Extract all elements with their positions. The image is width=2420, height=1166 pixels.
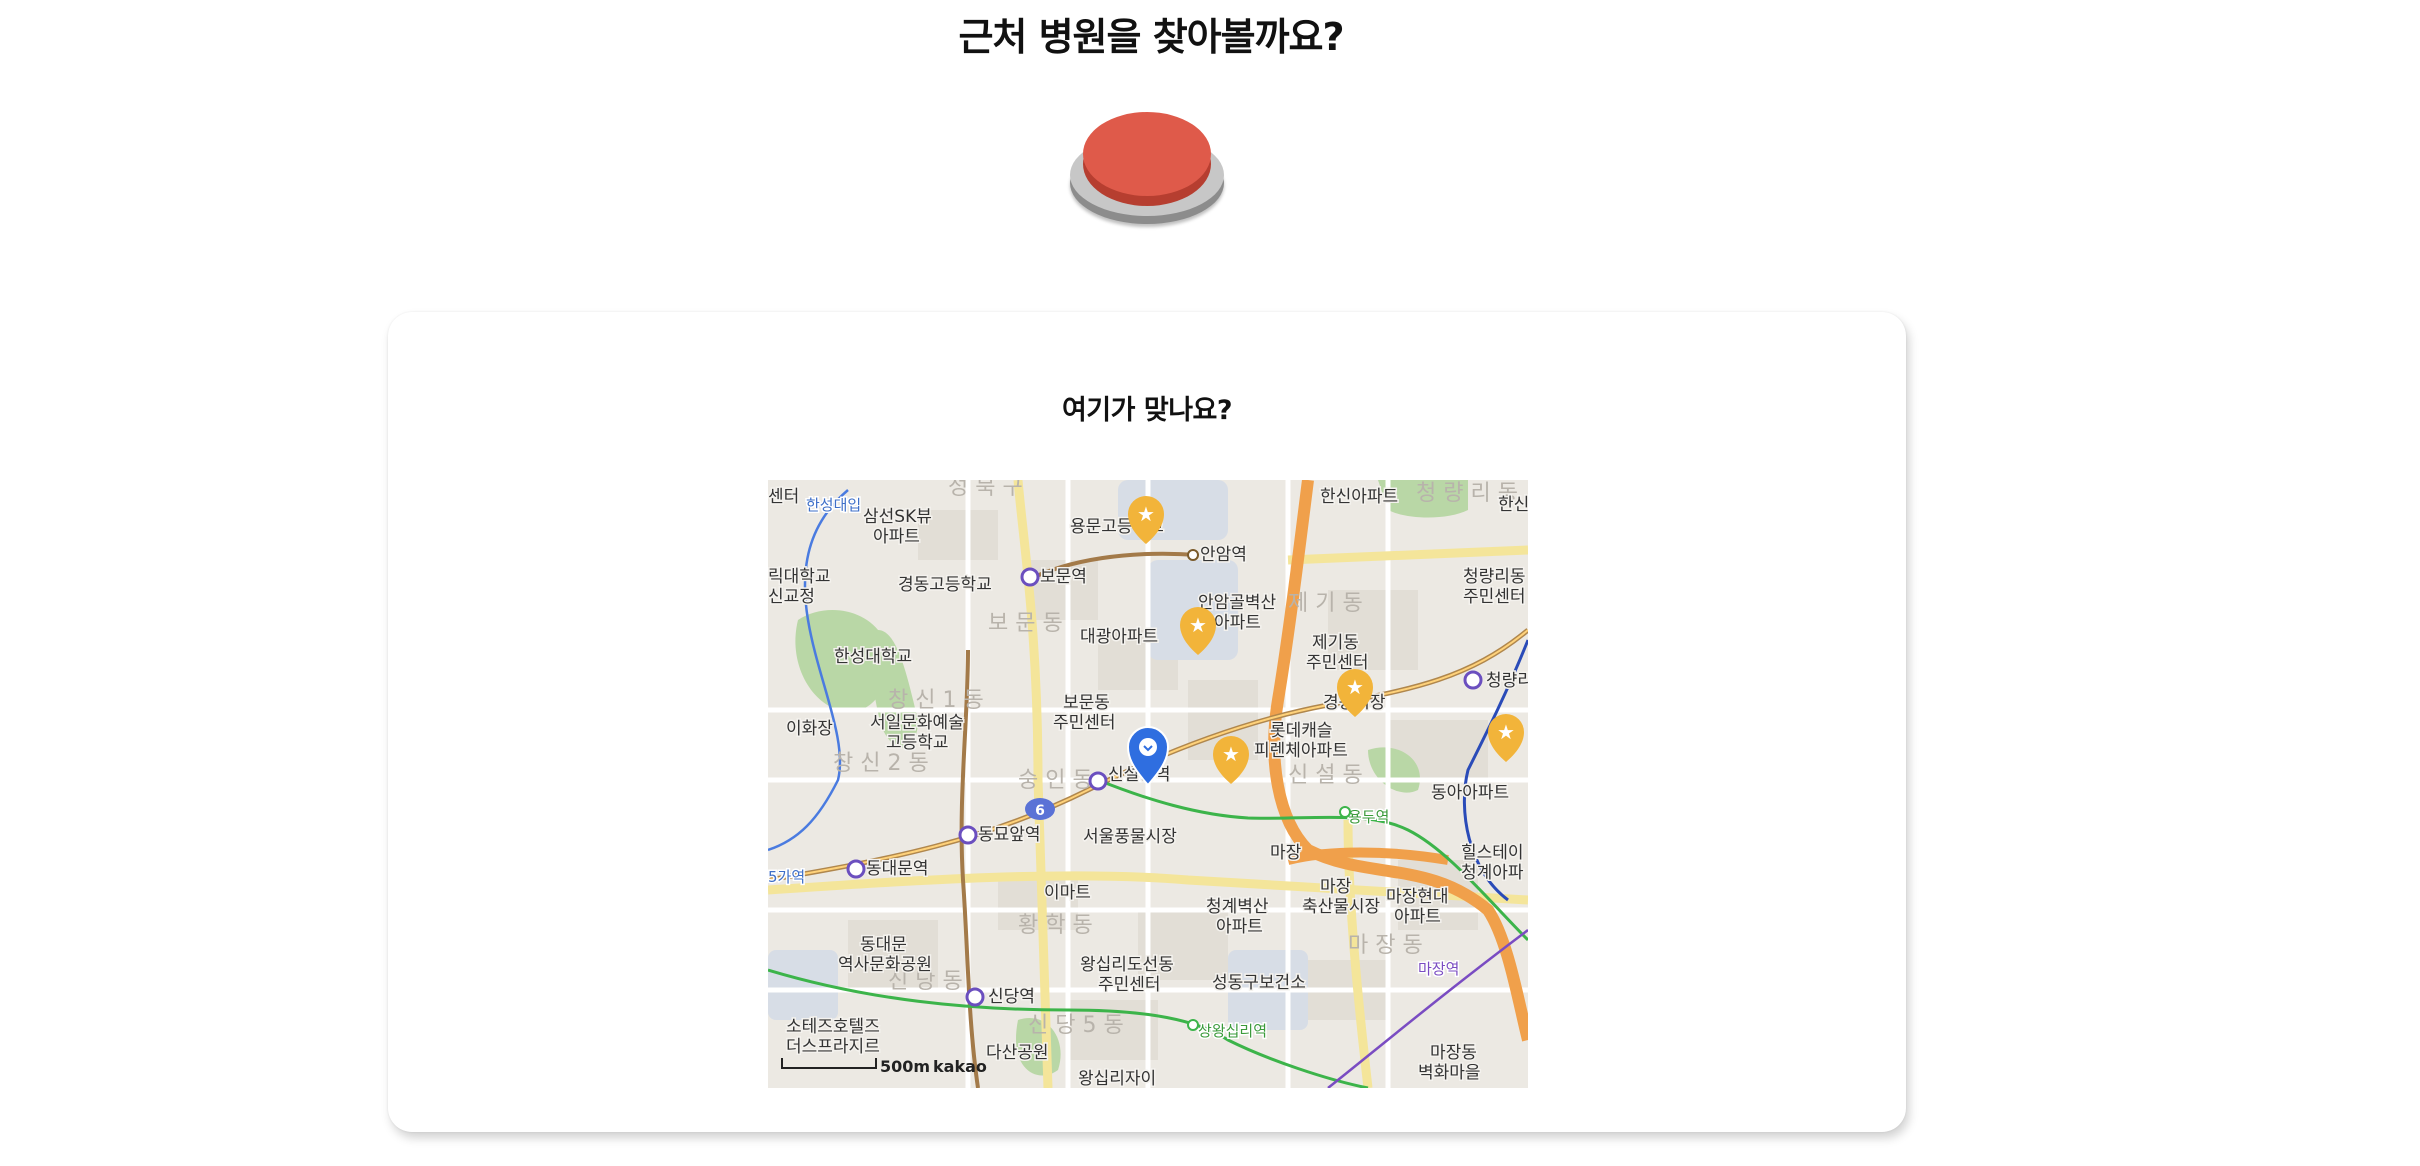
station-label: 마장역 [1418, 960, 1459, 978]
station-dot [1339, 806, 1351, 818]
svg-text:★: ★ [1189, 613, 1207, 637]
station-dot [1187, 1019, 1199, 1031]
place-label: 아파트 [873, 527, 920, 547]
svg-text:6: 6 [1035, 803, 1045, 819]
station-dot [1020, 567, 1040, 587]
place-label: 소테즈호텔즈 [786, 1017, 880, 1037]
svg-text:★: ★ [1346, 675, 1364, 699]
place-label: 안암골벽산 [1198, 593, 1277, 613]
district-label: 성 북 구 [948, 480, 1023, 500]
place-label: 아파트 [1216, 917, 1263, 937]
place-label: 서일문화예술 [870, 713, 964, 733]
svg-text:★: ★ [1137, 502, 1155, 526]
station-label: 보문역 [1040, 567, 1087, 587]
place-label: 청량리동 [1463, 567, 1526, 587]
station-label: 청량리 [1486, 671, 1528, 691]
station-dot [1088, 771, 1108, 791]
place-label: 아파트 [1214, 613, 1261, 633]
place-label: 고등학교 [886, 733, 949, 753]
station-dot [1187, 549, 1199, 561]
station-dot [965, 987, 985, 1007]
place-label: 한성대학교 [834, 647, 912, 667]
place-label: 보문동 [1063, 693, 1110, 713]
place-label: 성동구보건소 [1212, 973, 1306, 993]
place-label: 왕십리도선동 [1080, 955, 1174, 975]
map-canvas[interactable]: 성 북 구 청 량 리 동 보 문 동 창 신 1 동 창 신 2 동 숭 인 … [768, 480, 1528, 1088]
place-label: 경동고등학교 [898, 575, 992, 595]
place-label: 롯데캐슬 [1270, 721, 1333, 741]
place-label: 청계벽산 [1206, 897, 1269, 917]
district-label: 신 설 동 [1288, 763, 1363, 788]
district-label: 보 문 동 [988, 611, 1063, 636]
district-label: 창 신 1 동 [888, 688, 984, 713]
place-label: 청계아파 [1461, 863, 1524, 883]
district-label: 황 학 동 [1018, 913, 1093, 938]
district-label: 숭 인 동 [1018, 768, 1093, 793]
place-label: 대광아파트 [1080, 627, 1158, 647]
place-label: 릭대학교 [768, 567, 831, 587]
svg-text:★: ★ [1222, 742, 1240, 766]
button-cap [1083, 112, 1211, 196]
station-dot [958, 825, 978, 845]
place-label: 더스프라지르 [786, 1037, 880, 1057]
place-label: 서울풍물시장 [1083, 827, 1177, 847]
station-label: 용두역 [1348, 808, 1389, 826]
map-view[interactable]: 성 북 구 청 량 리 동 보 문 동 창 신 1 동 창 신 2 동 숭 인 … [768, 480, 1528, 1088]
place-label: 주민센터 [1463, 587, 1526, 607]
district-label: 마 장 동 [1348, 933, 1423, 958]
station-dot [846, 859, 866, 879]
place-label: 센터 [768, 487, 799, 507]
place-label: 아파트 [1394, 907, 1441, 927]
card-title: 여기가 맞나요? [1061, 395, 1233, 426]
place-label: 이마트 [1044, 883, 1091, 903]
place-label: 피렌체아파트 [1254, 741, 1348, 761]
place-label: 마장 [1320, 877, 1352, 897]
place-label: 다산공원 [986, 1043, 1049, 1063]
place-label: 삼선SK뷰 [863, 507, 932, 527]
place-label: 마장동 [1430, 1043, 1477, 1063]
station-label: 동묘앞역 [978, 825, 1041, 845]
place-label: 벽화마을 [1418, 1063, 1481, 1083]
place-label: 신교정 [768, 587, 815, 607]
station-label: 안암역 [1200, 545, 1247, 565]
station-label: 상왕십리역 [1198, 1022, 1267, 1040]
place-label: 왕십리자이 [1078, 1069, 1156, 1088]
line-6-badge: 6 [1025, 798, 1055, 820]
page-title: 근처 병원을 찾아볼까요? [958, 15, 1344, 59]
kakao-logo: kakao [933, 1057, 987, 1076]
place-label: 제기동 [1312, 633, 1359, 653]
station-label: 5가역 [768, 868, 805, 886]
place-label: 한신아파트 [1320, 487, 1398, 507]
station-label: 한성대입 [806, 496, 861, 514]
svg-text:★: ★ [1497, 720, 1515, 744]
page: 근처 병원을 찾아볼까요? 여기가 맞나요? 성 북 구 청 량 리 동 보 문… [0, 0, 2420, 1166]
place-label: 주민센터 [1098, 975, 1161, 995]
place-label: 축산물시장 [1302, 897, 1381, 917]
place-label: 역사문화공원 [838, 955, 932, 975]
location-confirm-card: 여기가 맞나요? 성 북 구 청 량 리 동 보 문 동 창 신 1 동 창 신… [388, 312, 1906, 1132]
place-label: 동대문 [860, 935, 907, 955]
station-label: 신당역 [988, 987, 1035, 1007]
place-label: 한신 [1498, 495, 1528, 515]
place-label: 힐스테이 [1461, 843, 1524, 863]
place-label: 마장현대 [1386, 887, 1449, 907]
place-label: 마장 [1270, 843, 1302, 863]
place-label: 동아아파트 [1431, 783, 1509, 803]
place-label: 이화장 [786, 719, 833, 739]
district-label: 신 당 5 동 [1028, 1013, 1124, 1038]
place-label: 주민센터 [1053, 713, 1116, 733]
station-label: 동대문역 [866, 859, 929, 879]
district-label: 제 기 동 [1288, 591, 1363, 616]
svg-text:500m: 500m [880, 1057, 930, 1076]
district-label: 창 신 2 동 [833, 751, 929, 776]
station-dot [1463, 670, 1483, 690]
find-hospital-button[interactable] [1070, 112, 1224, 224]
